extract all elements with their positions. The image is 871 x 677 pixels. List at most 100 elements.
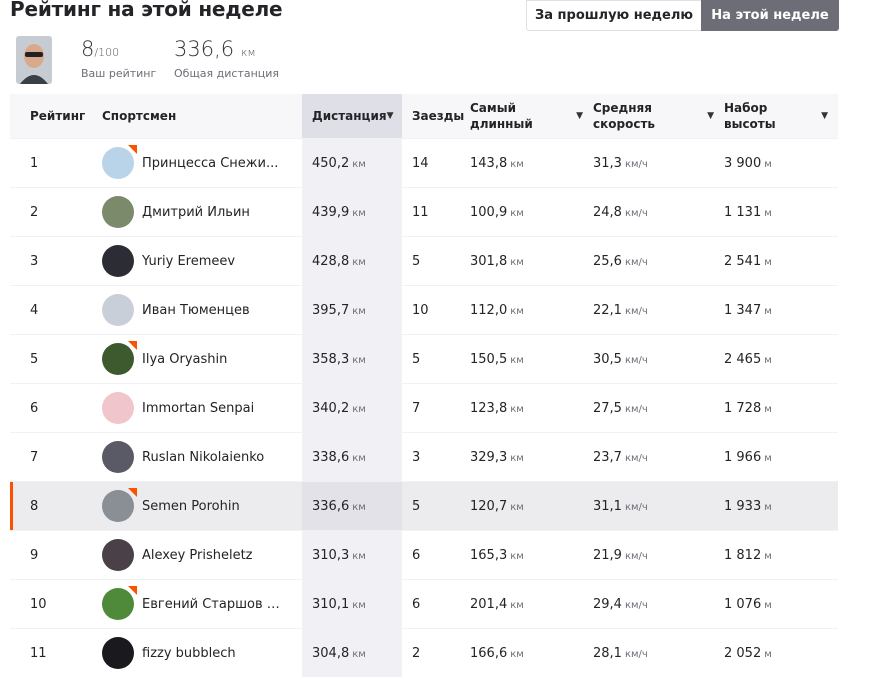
elevation-cell: 1 347м (724, 286, 838, 335)
athlete-name-link[interactable]: fizzy bubblech (142, 646, 236, 661)
athlete-cell: Иван Тюменцев (102, 286, 302, 335)
distance-cell: 358,3км (302, 335, 402, 384)
last-week-button[interactable]: За прошлую неделю (526, 0, 701, 31)
table-row: 1Принцесса Снежи...450,2км14143,8км31,3к… (10, 139, 838, 188)
athlete-name-link[interactable]: Дмитрий Ильин (142, 205, 250, 220)
subscriber-badge-icon (127, 145, 137, 155)
speed-cell: 31,1км/ч (593, 482, 724, 531)
distance-cell: 310,3км (302, 531, 402, 580)
athlete-avatar[interactable] (102, 196, 134, 228)
header-rides: Заезды (402, 94, 470, 139)
athlete-avatar[interactable] (102, 245, 134, 277)
athlete-name-link[interactable]: Принцесса Снежи... (142, 156, 278, 171)
elevation-cell: 1 076м (724, 580, 838, 629)
speed-cell: 27,5км/ч (593, 384, 724, 433)
speed-cell: 22,1км/ч (593, 286, 724, 335)
longest-cell: 100,9км (470, 188, 593, 237)
distance-cell: 310,1км (302, 580, 402, 629)
rides-cell: 3 (402, 433, 470, 482)
table-row: 6Immortan Senpai340,2км7123,8км27,5км/ч1… (10, 384, 838, 433)
athlete-avatar[interactable] (102, 441, 134, 473)
distance-cell: 450,2км (302, 139, 402, 188)
rides-cell: 6 (402, 531, 470, 580)
athlete-name-link[interactable]: Иван Тюменцев (142, 303, 250, 318)
athlete-name-link[interactable]: Евгений Старшов [... (142, 597, 282, 612)
table-header-row: Рейтинг Спортсмен Дистанция▼ Заезды Самы… (10, 94, 838, 139)
athlete-cell: Дмитрий Ильин (102, 188, 302, 237)
athlete-name-link[interactable]: Yuriy Eremeev (142, 254, 235, 269)
sort-caret-icon: ▼ (576, 108, 583, 124)
rank-cell: 7 (10, 433, 102, 482)
my-avatar[interactable] (16, 36, 52, 84)
distance-cell: 304,8км (302, 629, 402, 677)
rank-cell: 8 (10, 482, 102, 531)
table-row: 5Ilya Oryashin358,3км5150,5км30,5км/ч2 4… (10, 335, 838, 384)
table-row: 3Yuriy Eremeev428,8км5301,8км25,6км/ч2 5… (10, 237, 838, 286)
table-row: 4Иван Тюменцев395,7км10112,0км22,1км/ч1 … (10, 286, 838, 335)
header-distance[interactable]: Дистанция▼ (302, 94, 402, 139)
athlete-cell: fizzy bubblech (102, 629, 302, 677)
speed-cell: 24,8км/ч (593, 188, 724, 237)
longest-cell: 201,4км (470, 580, 593, 629)
athlete-avatar[interactable] (102, 637, 134, 669)
header-speed[interactable]: Средняя скорость▼ (593, 94, 724, 139)
elevation-cell: 2 541м (724, 237, 838, 286)
subscriber-badge-icon (127, 586, 137, 596)
header-longest[interactable]: Самый длинный▼ (470, 94, 593, 139)
athlete-avatar[interactable] (102, 392, 134, 424)
my-distance-unit: км (241, 46, 256, 59)
distance-cell: 340,2км (302, 384, 402, 433)
athlete-avatar[interactable] (102, 490, 134, 522)
athlete-avatar[interactable] (102, 294, 134, 326)
distance-cell: 395,7км (302, 286, 402, 335)
subscriber-badge-icon (127, 488, 137, 498)
table-row: 2Дмитрий Ильин439,9км11100,9км24,8км/ч1 … (10, 188, 838, 237)
rank-cell: 11 (10, 629, 102, 677)
rank-cell: 10 (10, 580, 102, 629)
longest-cell: 120,7км (470, 482, 593, 531)
speed-cell: 21,9км/ч (593, 531, 724, 580)
rides-cell: 6 (402, 580, 470, 629)
elevation-cell: 1 933м (724, 482, 838, 531)
athlete-cell: Ruslan Nikolaienko (102, 433, 302, 482)
elevation-cell: 3 900м (724, 139, 838, 188)
longest-cell: 329,3км (470, 433, 593, 482)
athlete-cell: Ilya Oryashin (102, 335, 302, 384)
longest-cell: 301,8км (470, 237, 593, 286)
longest-cell: 143,8км (470, 139, 593, 188)
elevation-cell: 1 131м (724, 188, 838, 237)
athlete-avatar[interactable] (102, 539, 134, 571)
rides-cell: 11 (402, 188, 470, 237)
athlete-name-link[interactable]: Ruslan Nikolaienko (142, 450, 264, 465)
this-week-button[interactable]: На этой неделе (701, 0, 839, 31)
table-row: 10Евгений Старшов [...310,1км6201,4км29,… (10, 580, 838, 629)
rank-cell: 5 (10, 335, 102, 384)
my-rank-total: /100 (94, 46, 119, 59)
athlete-name-link[interactable]: Ilya Oryashin (142, 352, 227, 367)
athlete-cell: Immortan Senpai (102, 384, 302, 433)
athlete-cell: Принцесса Снежи... (102, 139, 302, 188)
athlete-avatar[interactable] (102, 343, 134, 375)
longest-cell: 165,3км (470, 531, 593, 580)
elevation-cell: 2 052м (724, 629, 838, 677)
leaderboard-table: Рейтинг Спортсмен Дистанция▼ Заезды Самы… (10, 94, 838, 677)
distance-cell: 336,6км (302, 482, 402, 531)
athlete-name-link[interactable]: Immortan Senpai (142, 401, 254, 416)
sort-caret-icon: ▼ (387, 108, 394, 124)
athlete-name-link[interactable]: Alexey Prisheletz (142, 548, 253, 563)
longest-cell: 166,6км (470, 629, 593, 677)
table-row: 9Alexey Prisheletz310,3км6165,3км21,9км/… (10, 531, 838, 580)
week-toggle: За прошлую неделю На этой неделе (526, 0, 839, 31)
rides-cell: 2 (402, 629, 470, 677)
header-elevation[interactable]: Набор высоты▼ (724, 94, 838, 139)
athlete-name-link[interactable]: Semen Porohin (142, 499, 240, 514)
my-distance-label: Общая дистанция (174, 67, 279, 80)
athlete-cell: Alexey Prisheletz (102, 531, 302, 580)
athlete-avatar[interactable] (102, 588, 134, 620)
header-rank: Рейтинг (10, 94, 102, 139)
my-rank-value: 8 (81, 37, 94, 61)
athlete-cell: Евгений Старшов [... (102, 580, 302, 629)
sort-caret-icon: ▼ (707, 108, 714, 124)
athlete-avatar[interactable] (102, 147, 134, 179)
speed-cell: 30,5км/ч (593, 335, 724, 384)
